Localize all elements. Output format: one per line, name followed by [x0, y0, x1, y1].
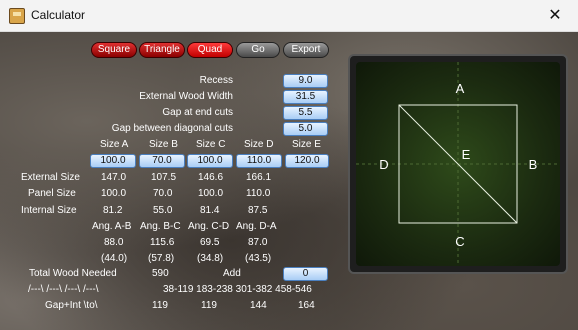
angle-bc-header: Ang. B-C [140, 221, 181, 232]
recess-input[interactable]: 9.0 [283, 74, 328, 88]
panel-size-b: 70.0 [153, 188, 173, 199]
gap-diagonal-cuts-input[interactable]: 5.0 [283, 122, 328, 136]
size-e-header: Size E [292, 139, 321, 150]
gap-value-4: 164 [298, 300, 315, 311]
quad-diagram: A B C D E [356, 62, 560, 266]
angle-cd-value: 69.5 [200, 237, 220, 248]
gap-value-3: 144 [250, 300, 267, 311]
external-size-label: External Size [21, 172, 80, 183]
angle-ab-header: Ang. A-B [92, 221, 132, 232]
size-a-header: Size A [100, 139, 129, 150]
panel-size-d: 110.0 [246, 188, 271, 199]
gap-value-1: 119 [152, 300, 168, 311]
angle-da-header: Ang. D-A [236, 221, 277, 232]
side-b-label: B [529, 157, 538, 172]
angle-bc-value: 115.6 [150, 237, 175, 248]
size-a-input[interactable]: 100.0 [90, 154, 136, 168]
app-icon [9, 8, 25, 24]
size-c-header: Size C [196, 139, 226, 150]
go-button[interactable]: Go [236, 42, 280, 58]
gap-end-cuts-input[interactable]: 5.5 [283, 106, 328, 120]
internal-size-b: 55.0 [153, 205, 173, 216]
shape-preview-panel: A B C D E [348, 54, 568, 274]
calculator-window: Calculator ✕ Square Triangle Quad Go Exp… [0, 0, 578, 330]
angle-cd-half: (34.8) [197, 253, 224, 264]
angle-cd-header: Ang. C-D [188, 221, 230, 232]
gap-end-cuts-label: Gap at end cuts [162, 107, 233, 118]
title-bar: Calculator ✕ [0, 0, 578, 32]
size-e-input[interactable]: 120.0 [285, 154, 329, 168]
side-a-label: A [456, 81, 465, 96]
shape-preview-screen: A B C D E [356, 62, 560, 266]
size-d-header: Size D [244, 139, 274, 150]
size-b-input[interactable]: 70.0 [139, 154, 185, 168]
recess-label: Recess [199, 75, 233, 86]
add-label: Add [223, 268, 241, 279]
triangle-button[interactable]: Triangle [139, 42, 185, 58]
internal-size-d: 87.5 [248, 205, 268, 216]
gap-value-2: 119 [201, 300, 217, 311]
size-b-header: Size B [149, 139, 178, 150]
gap-int-label: Gap+Int \to\ [45, 300, 98, 311]
side-c-label: C [455, 234, 464, 249]
external-wood-width-label: External Wood Width [139, 91, 233, 102]
external-size-d: 166.1 [246, 172, 272, 183]
external-size-c: 146.6 [198, 172, 224, 183]
export-button[interactable]: Export [283, 42, 329, 58]
internal-size-a: 81.2 [103, 205, 123, 216]
total-wood-value: 590 [152, 268, 169, 279]
add-input[interactable]: 0 [283, 267, 328, 281]
diagonal-e-label: E [462, 147, 471, 162]
cut-pattern: /---\ /---\ /---\ /---\ [28, 284, 99, 295]
panel-size-label: Panel Size [28, 188, 76, 199]
internal-size-label: Internal Size [21, 205, 77, 216]
external-size-b: 107.5 [151, 172, 177, 183]
total-wood-label: Total Wood Needed [29, 268, 117, 279]
size-c-input[interactable]: 100.0 [187, 154, 233, 168]
external-size-a: 147.0 [101, 172, 127, 183]
angle-da-half: (43.5) [245, 253, 272, 264]
panel-size-c: 100.0 [198, 188, 224, 199]
square-button[interactable]: Square [91, 42, 137, 58]
close-icon[interactable]: ✕ [532, 0, 578, 31]
window-title: Calculator [31, 8, 86, 22]
cut-ranges: 38-119 183-238 301-382 458-546 [163, 284, 312, 295]
panel-size-a: 100.0 [101, 188, 127, 199]
angle-bc-half: (57.8) [148, 253, 175, 264]
internal-size-c: 81.4 [200, 205, 220, 216]
side-d-label: D [379, 157, 388, 172]
angle-da-value: 87.0 [248, 237, 268, 248]
size-d-input[interactable]: 110.0 [236, 154, 282, 168]
main-panel: Square Triangle Quad Go Export Recess 9.… [0, 32, 578, 330]
external-wood-width-input[interactable]: 31.5 [283, 90, 328, 104]
angle-ab-value: 88.0 [104, 237, 124, 248]
gap-diagonal-cuts-label: Gap between diagonal cuts [111, 123, 233, 134]
angle-ab-half: (44.0) [101, 253, 128, 264]
quad-button[interactable]: Quad [187, 42, 233, 58]
